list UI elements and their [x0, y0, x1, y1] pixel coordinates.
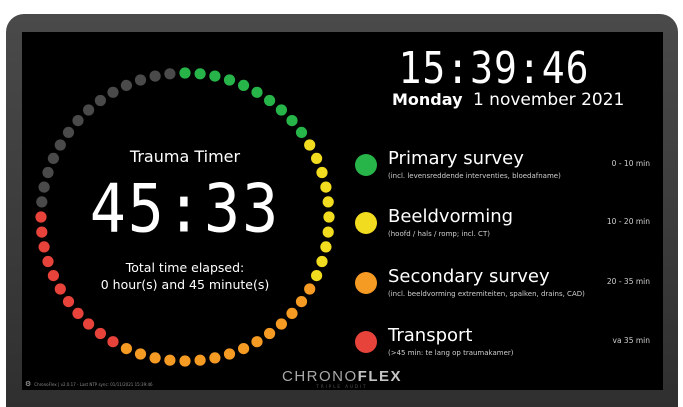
ring-dot: [251, 336, 263, 348]
phase-subtitle: (>45 min: te lang op traumakamer): [388, 349, 514, 357]
ring-dot: [320, 241, 332, 253]
ring-dot: [179, 67, 191, 79]
phase-time: 10 - 20 min: [606, 217, 650, 226]
timer-title: Trauma Timer: [129, 147, 241, 166]
ring-dot: [275, 318, 287, 330]
clock-time: 15:39:46: [398, 42, 590, 94]
ring-dot: [223, 74, 236, 86]
brand-name-light: CHRONO: [281, 368, 358, 385]
ring-dot: [120, 343, 132, 355]
ring-dot: [38, 181, 50, 193]
ring-dot: [316, 255, 328, 268]
ring-dot: [286, 115, 298, 127]
ring-dot: [238, 79, 250, 91]
ring-dot: [42, 255, 54, 268]
ring-dot: [286, 307, 298, 319]
phase-dot-orange: [355, 272, 377, 294]
ring-dot: [209, 70, 221, 82]
phase-time: va 35 min: [612, 336, 651, 345]
phase-subtitle: (hoofd / hals / romp; incl. CT): [388, 230, 490, 238]
footer-text: ChronoFlex | v2.0.17 - Last NTP sync: 01…: [34, 382, 153, 387]
ring-dot: [47, 152, 59, 164]
ring-dot: [134, 348, 147, 360]
ring-dot: [311, 152, 323, 164]
ring-dot: [164, 354, 176, 366]
ring-dot: [322, 226, 334, 238]
ring-dot: [72, 307, 84, 319]
ring-dot: [316, 166, 328, 179]
ring-dot: [94, 327, 106, 340]
phase-primary-survey: Primary survey (incl. levensreddende int…: [355, 148, 660, 192]
ring-dot: [94, 94, 106, 107]
phase-transport: Transport (>45 min: te lang op traumakam…: [355, 325, 660, 369]
ring-dot: [194, 68, 206, 80]
ring-dot: [35, 211, 47, 223]
brand-logo: CHRONOFLEX: [272, 368, 412, 385]
ring-dot: [107, 336, 119, 348]
ring-dot: [304, 283, 316, 295]
phase-name: Primary survey: [388, 148, 524, 169]
phase-dot-red: [355, 331, 377, 353]
elapsed-value: 0 hour(s) and 45 minute(s): [100, 277, 270, 292]
footer-status: ⚙ ChronoFlex | v2.0.17 - Last NTP sync: 0…: [25, 380, 153, 388]
clock-weekday: Monday: [392, 90, 463, 109]
ring-dot: [38, 241, 50, 253]
clock-date: 1 november 2021: [472, 90, 625, 110]
ring-dot: [134, 74, 147, 86]
ring-dot: [47, 270, 59, 282]
phase-name: Transport: [388, 325, 473, 346]
ring-dot: [295, 296, 308, 308]
ring-dot: [149, 70, 161, 82]
ring-dot: [62, 126, 75, 138]
ring-dot: [264, 94, 276, 107]
ring-dot: [323, 211, 335, 223]
ring-dot: [223, 348, 236, 360]
ring-dot: [304, 139, 316, 151]
ring-dot: [107, 86, 119, 98]
ring-dot: [251, 86, 263, 98]
ring-dot: [54, 283, 66, 295]
ring-dot: [322, 196, 334, 208]
ring-dot: [164, 68, 176, 80]
ring-dot: [62, 296, 75, 308]
phase-time: 20 - 35 min: [606, 277, 650, 286]
ring-dot: [54, 139, 66, 151]
ring-dot: [83, 318, 95, 330]
ring-dot: [209, 352, 221, 364]
ring-dot: [120, 79, 132, 91]
ring-dot: [42, 166, 54, 179]
elapsed-label: Total time elapsed:: [125, 260, 245, 275]
phase-beeldvorming: Beeldvorming (hoofd / hals / romp; incl.…: [355, 206, 660, 250]
ring-dot: [149, 352, 161, 364]
ring-dot: [238, 343, 250, 355]
phase-name: Beeldvorming: [388, 206, 514, 227]
ring-dot: [83, 104, 95, 116]
ring-dot: [320, 181, 332, 193]
ring-dot: [36, 196, 48, 208]
phase-time: 0 - 10 min: [611, 159, 650, 168]
brand-name-bold: FLEX: [357, 368, 402, 385]
ring-dot: [311, 270, 323, 282]
ring-dot: [295, 126, 308, 138]
ring-dot: [179, 355, 191, 367]
ring-dot: [275, 104, 287, 116]
ring-dot: [72, 115, 84, 127]
gear-icon[interactable]: ⚙: [25, 380, 31, 388]
phase-dot-yellow: [355, 212, 377, 234]
phase-subtitle: (incl. levensreddende interventies, bloe…: [388, 172, 561, 180]
ring-dot: [264, 327, 276, 340]
display-screen: 15:39:46 Monday 1 november 2021 Trauma T…: [22, 32, 663, 390]
ring-dot: [194, 354, 206, 366]
date-row: Monday 1 november 2021: [392, 90, 625, 110]
phase-dot-green: [355, 154, 377, 176]
phase-subtitle: (incl. beeldvorming extremiteiten, spalk…: [388, 290, 585, 298]
phase-secondary-survey: Secondary survey (incl. beeldvorming ext…: [355, 266, 660, 310]
brand-tagline: TRIPLE AUDIT: [316, 384, 368, 389]
phase-name: Secondary survey: [388, 266, 550, 287]
timer-value: 45:33: [89, 169, 281, 249]
ring-dot: [36, 226, 48, 238]
